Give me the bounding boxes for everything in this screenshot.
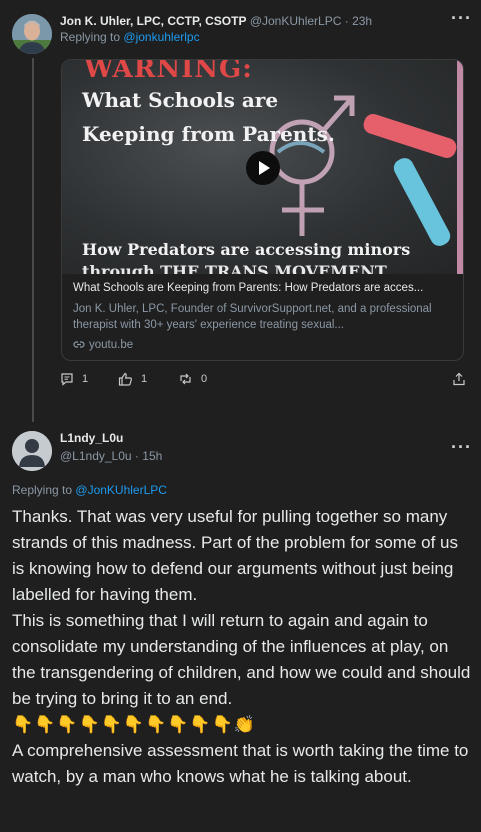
- link-preview-card[interactable]: WARNING: What Schools are Keeping from P…: [61, 59, 464, 361]
- like-action[interactable]: 1: [118, 372, 147, 386]
- reply-action[interactable]: 1: [60, 372, 88, 386]
- avatar-photo: [12, 14, 52, 54]
- thumbnail-title-line-2: Keeping from Parents.: [82, 122, 335, 146]
- link-icon: [73, 341, 85, 348]
- author-name[interactable]: Jon K. Uhler, LPC, CCTP, CSOTP: [60, 14, 246, 28]
- more-icon[interactable]: ···: [451, 8, 472, 29]
- separator-dot: ·: [344, 14, 349, 28]
- replying-to: Replying to @jonkuhlerlpc: [60, 30, 200, 44]
- timestamp[interactable]: 15h: [142, 449, 162, 463]
- replying-to: Replying to @JonKUhlerLPC: [12, 483, 167, 497]
- card-meta: What Schools are Keeping from Parents: H…: [62, 274, 463, 351]
- author-handle-line: @L1ndy_L0u · 15h: [60, 449, 162, 463]
- thumbnail-edge: [457, 60, 463, 274]
- reply-count: 1: [82, 373, 89, 385]
- replying-handle-link[interactable]: @jonkuhlerlpc: [123, 30, 199, 44]
- timestamp[interactable]: 23h: [352, 14, 372, 28]
- thumbnail-subtitle-line-2: through THE TRANS MOVEMENT: [82, 262, 387, 274]
- replying-prefix: Replying to: [12, 483, 73, 497]
- author-name[interactable]: L1ndy_L0u: [60, 431, 123, 445]
- reply-icon: [61, 373, 73, 386]
- card-description: Jon K. Uhler, LPC, Founder of SurvivorSu…: [73, 303, 432, 331]
- tweet-jon-uhler: Jon K. Uhler, LPC, CCTP, CSOTP @JonKUhle…: [0, 0, 481, 410]
- thumbnail-warning-text: WARNING:: [84, 60, 253, 84]
- default-avatar-icon: [12, 431, 52, 471]
- thumbnail-title-line-1: What Schools are: [82, 88, 279, 112]
- card-link-domain: youtu.be: [89, 339, 134, 351]
- author-handle[interactable]: @JonKUhlerLPC: [250, 14, 342, 28]
- retweet-count: 0: [201, 373, 208, 385]
- share-icon: [453, 372, 465, 386]
- tweet-actions: 1 1 0: [60, 372, 470, 390]
- author-handle[interactable]: @L1ndy_L0u: [60, 449, 132, 463]
- more-icon[interactable]: ···: [451, 437, 472, 458]
- share-action[interactable]: [452, 372, 466, 386]
- tweet-text: Thanks. That was very useful for pulling…: [12, 504, 474, 790]
- replying-handle-link[interactable]: @JonKUhlerLPC: [75, 483, 167, 497]
- tweet-paragraph-2: This is something that I will return to …: [12, 611, 471, 708]
- tweet-paragraph-1: Thanks. That was very useful for pulling…: [12, 507, 458, 604]
- tweet-header: Jon K. Uhler, LPC, CCTP, CSOTP @JonKUhle…: [60, 14, 372, 28]
- avatar[interactable]: [12, 14, 52, 54]
- separator-dot: ·: [134, 449, 139, 463]
- tweet-paragraph-3: A comprehensive assessment that is worth…: [12, 741, 469, 786]
- retweet-action[interactable]: 0: [178, 372, 207, 386]
- avatar-default[interactable]: [12, 431, 52, 471]
- replying-prefix: Replying to: [60, 30, 121, 44]
- emoji-row: 👇👇👇👇👇👇👇👇👇👇👏: [12, 715, 256, 734]
- retweet-icon: [180, 373, 191, 385]
- video-thumbnail[interactable]: WARNING: What Schools are Keeping from P…: [62, 60, 463, 274]
- card-title: What Schools are Keeping from Parents: H…: [73, 282, 424, 294]
- thumbnail-subtitle-line-1: How Predators are accessing minors: [82, 240, 411, 259]
- like-count: 1: [141, 373, 148, 385]
- card-link[interactable]: youtu.be: [73, 339, 452, 351]
- play-icon[interactable]: [246, 151, 280, 185]
- like-icon: [118, 372, 132, 386]
